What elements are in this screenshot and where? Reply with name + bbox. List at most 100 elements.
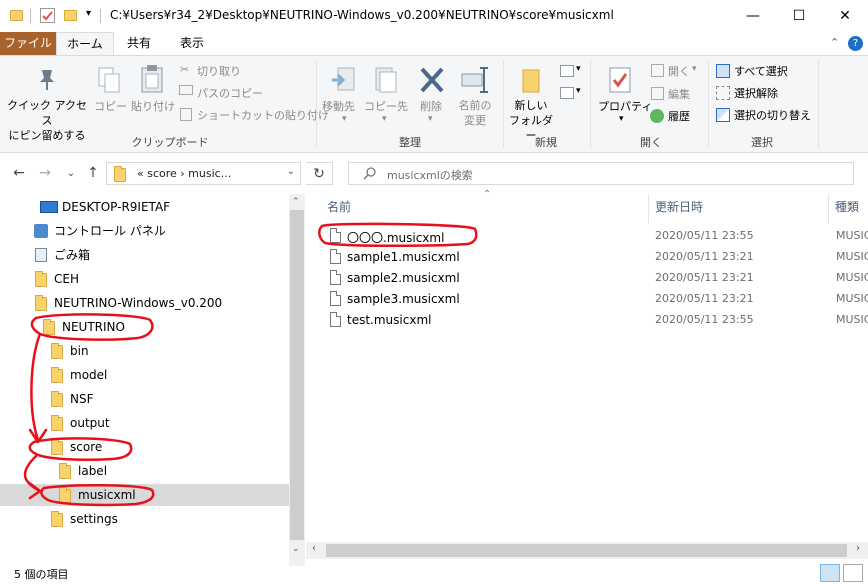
close-button[interactable]: ✕ bbox=[822, 0, 868, 32]
divider bbox=[708, 60, 709, 148]
item-count: 5 個の項目 bbox=[14, 568, 69, 581]
pin-to-quick-access-button[interactable]: クイック アクセス にピン留めする bbox=[4, 98, 90, 143]
select-all-button[interactable]: すべて選択 bbox=[734, 63, 788, 79]
details-view-icon[interactable] bbox=[820, 564, 840, 582]
customize-dropdown-icon[interactable]: ▾ bbox=[86, 8, 91, 19]
folder-icon bbox=[51, 343, 63, 359]
easy-access-icon[interactable] bbox=[560, 87, 574, 99]
paste-shortcut-button[interactable]: ショートカットの貼り付け bbox=[197, 107, 329, 123]
chevron-up-icon[interactable]: ⌃ bbox=[830, 36, 839, 49]
paste-icon bbox=[140, 64, 164, 97]
tree-item-pc[interactable]: DESKTOP-R9IETAF bbox=[0, 196, 289, 218]
invert-selection-button[interactable]: 選択の切り替え bbox=[734, 107, 811, 123]
ribbon: クイック アクセス にピン留めする コピー 貼り付け ✂ 切り取り パスのコピー… bbox=[0, 55, 868, 153]
column-header-type[interactable]: 種類 bbox=[835, 198, 859, 218]
delete-button[interactable]: 削除 bbox=[420, 98, 442, 114]
cut-button[interactable]: 切り取り bbox=[197, 63, 241, 79]
divider bbox=[503, 60, 504, 148]
column-header-date[interactable]: 更新日時 bbox=[655, 198, 703, 218]
move-to-button[interactable]: 移動先 bbox=[322, 98, 355, 114]
file-type: MUSICX bbox=[836, 229, 868, 242]
file-date: 2020/05/11 23:55 bbox=[655, 229, 754, 242]
nav-pane-scroll-thumb[interactable] bbox=[290, 210, 304, 540]
divider[interactable] bbox=[828, 194, 829, 224]
new-folder-icon[interactable] bbox=[64, 10, 77, 21]
tree-item-neutrino[interactable]: NEUTRINO bbox=[0, 316, 289, 338]
new-folder-icon bbox=[520, 66, 542, 97]
forward-button[interactable]: → bbox=[34, 162, 56, 184]
rename-button[interactable]: 名前の 変更 bbox=[454, 98, 496, 128]
file-list-scroll-thumb[interactable] bbox=[326, 544, 847, 557]
address-dropdown-button[interactable]: ⌄ bbox=[287, 166, 295, 177]
copy-button[interactable]: コピー bbox=[94, 98, 127, 114]
paste-shortcut-icon bbox=[180, 108, 192, 121]
tree-item-bin[interactable]: bin bbox=[0, 340, 289, 362]
file-name: test.musicxml bbox=[347, 313, 432, 327]
tree-item-nsf[interactable]: NSF bbox=[0, 388, 289, 410]
paste-button[interactable]: 貼り付け bbox=[131, 98, 175, 114]
large-icons-view-icon[interactable] bbox=[843, 564, 863, 582]
column-header-name[interactable]: 名前 bbox=[327, 198, 351, 218]
folder-icon bbox=[59, 487, 71, 503]
tab-home[interactable]: ホーム bbox=[56, 32, 114, 55]
chevron-down-icon[interactable]: ▾ bbox=[576, 86, 581, 96]
folder-icon bbox=[10, 10, 23, 21]
file-icon bbox=[330, 249, 341, 264]
minimize-button[interactable]: — bbox=[730, 0, 776, 32]
tree-item-score[interactable]: score bbox=[0, 436, 289, 458]
address-path[interactable]: « score › music... bbox=[137, 167, 231, 180]
file-row[interactable]: sample2.musicxml 2020/05/11 23:21 MUSICX bbox=[322, 268, 868, 289]
properties-check-icon[interactable] bbox=[40, 8, 55, 23]
tab-view[interactable]: 表示 bbox=[164, 32, 220, 55]
back-button[interactable]: ← bbox=[8, 162, 30, 184]
title-bar: ▾ C:¥Users¥r34_2¥Desktop¥NEUTRINO-Window… bbox=[0, 0, 868, 32]
select-none-button[interactable]: 選択解除 bbox=[734, 85, 778, 101]
file-row[interactable]: test.musicxml 2020/05/11 23:55 MUSICX bbox=[322, 310, 868, 331]
scroll-left-icon[interactable]: ‹ bbox=[312, 543, 316, 554]
file-icon bbox=[330, 228, 341, 243]
scroll-down-icon[interactable]: ⌄ bbox=[292, 544, 300, 554]
chevron-down-icon[interactable]: ▾ bbox=[576, 64, 581, 74]
copy-path-button[interactable]: パスのコピー bbox=[197, 85, 263, 101]
tree-item-recycle-bin[interactable]: ごみ箱 bbox=[0, 244, 289, 266]
refresh-button[interactable]: ↻ bbox=[306, 162, 333, 185]
folder-icon bbox=[51, 391, 63, 407]
up-button[interactable]: ↑ bbox=[82, 162, 104, 184]
file-type: MUSICX bbox=[836, 271, 868, 284]
copy-to-button[interactable]: コピー先 bbox=[364, 98, 408, 114]
help-icon[interactable]: ? bbox=[848, 36, 863, 51]
tree-item-label: label bbox=[78, 464, 108, 478]
tree-item-model[interactable]: model bbox=[0, 364, 289, 386]
maximize-button[interactable]: ☐ bbox=[776, 0, 822, 32]
chevron-down-icon: ▾ bbox=[382, 114, 387, 124]
history-button[interactable]: 履歴 bbox=[668, 108, 690, 124]
recent-locations-button[interactable]: ⌄ bbox=[60, 162, 82, 184]
file-row[interactable]: 〇〇〇.musicxml 2020/05/11 23:55 MUSICX bbox=[322, 226, 868, 247]
new-item-icon[interactable] bbox=[560, 65, 574, 77]
tree-item-neutrino-windows[interactable]: NEUTRINO-Windows_v0.200 bbox=[0, 292, 289, 314]
tree-item-label: NEUTRINO-Windows_v0.200 bbox=[54, 296, 223, 310]
properties-button[interactable]: プロパティ bbox=[598, 98, 652, 114]
file-row[interactable]: sample1.musicxml 2020/05/11 23:21 MUSICX bbox=[322, 247, 868, 268]
edit-button[interactable]: 編集 bbox=[668, 86, 690, 102]
address-bar[interactable]: « score › music... ⌄ bbox=[106, 162, 301, 185]
tree-item-label-folder[interactable]: label bbox=[0, 460, 289, 482]
search-input[interactable]: musicxmlの検索 bbox=[387, 167, 473, 183]
divider[interactable] bbox=[648, 194, 649, 224]
file-type: MUSICX bbox=[836, 292, 868, 305]
folder-icon bbox=[59, 463, 71, 479]
tree-item-ceh[interactable]: CEH bbox=[0, 268, 289, 290]
folder-icon bbox=[51, 511, 63, 527]
scroll-right-icon[interactable]: › bbox=[856, 543, 860, 554]
folder-icon bbox=[51, 439, 63, 455]
search-box[interactable]: musicxmlの検索 bbox=[348, 162, 854, 185]
tree-item-output[interactable]: output bbox=[0, 412, 289, 434]
tab-file[interactable]: ファイル bbox=[0, 32, 56, 55]
tree-item-musicxml[interactable]: musicxml bbox=[0, 484, 289, 506]
open-button[interactable]: 開く bbox=[668, 63, 690, 79]
tree-item-settings[interactable]: settings bbox=[0, 508, 289, 530]
tree-item-control-panel[interactable]: コントロール パネル bbox=[0, 220, 289, 242]
file-row[interactable]: sample3.musicxml 2020/05/11 23:21 MUSICX bbox=[322, 289, 868, 310]
tab-share[interactable]: 共有 bbox=[114, 32, 164, 55]
scroll-up-icon[interactable]: ⌃ bbox=[292, 197, 300, 207]
